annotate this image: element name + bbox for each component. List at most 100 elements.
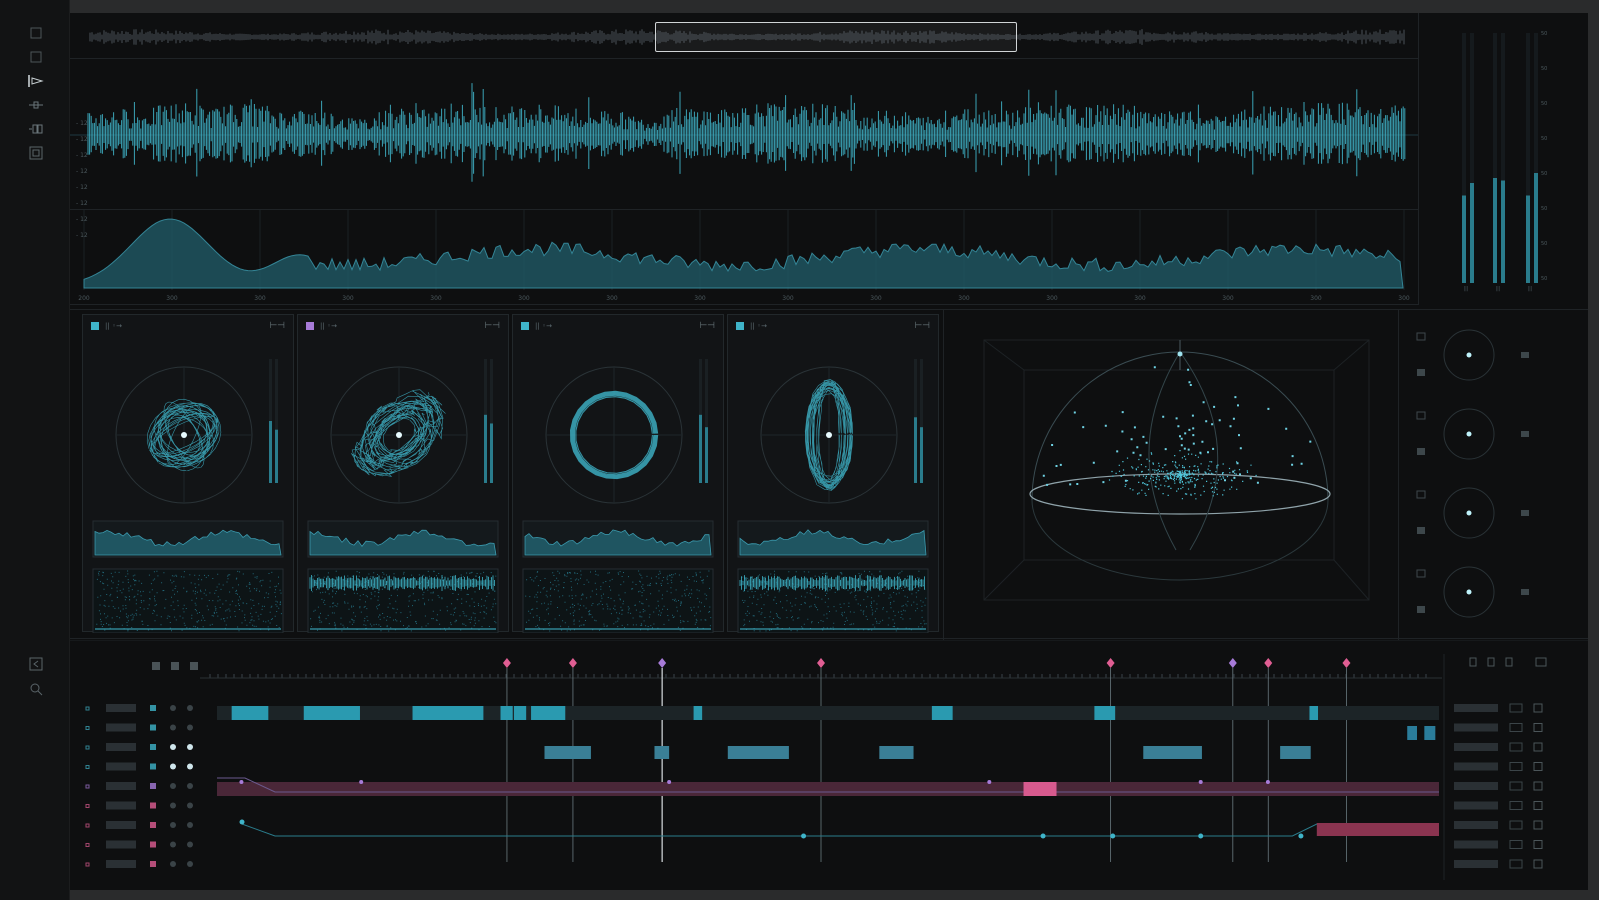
track-fader[interactable] bbox=[1454, 704, 1498, 712]
track-mute-toggle[interactable] bbox=[170, 822, 176, 828]
track-color-swatch[interactable] bbox=[150, 841, 156, 848]
audio-clip[interactable] bbox=[931, 706, 953, 720]
automation-point[interactable] bbox=[987, 780, 992, 784]
track-record-icon[interactable] bbox=[1533, 781, 1543, 791]
pin-icon[interactable] bbox=[26, 96, 46, 114]
track-color-swatch[interactable] bbox=[150, 802, 156, 809]
collapse-icon[interactable] bbox=[26, 655, 46, 673]
track-name-field[interactable] bbox=[106, 860, 136, 868]
scope-color-swatch[interactable] bbox=[736, 322, 744, 330]
automation-point[interactable] bbox=[1265, 780, 1270, 784]
track-solo-toggle[interactable] bbox=[187, 841, 193, 848]
track-io-icon[interactable] bbox=[1509, 820, 1523, 830]
audio-clip[interactable] bbox=[1094, 706, 1116, 720]
track-solo-toggle[interactable] bbox=[187, 861, 193, 867]
track-mute-toggle[interactable] bbox=[170, 724, 176, 731]
zoom-fit-icon[interactable] bbox=[1505, 657, 1513, 667]
timeline-marker[interactable] bbox=[1106, 658, 1115, 668]
expand-icon[interactable]: ⊢⊣ bbox=[699, 321, 715, 331]
overview-viewport-handle[interactable] bbox=[655, 22, 1017, 52]
track-select-icon[interactable] bbox=[85, 765, 90, 769]
track-color-swatch[interactable] bbox=[150, 861, 156, 867]
small-scope-settings-icon[interactable] bbox=[1521, 589, 1529, 595]
small-scope-settings-icon[interactable] bbox=[1521, 431, 1529, 437]
timeline-marker[interactable] bbox=[1342, 658, 1351, 668]
automation-point[interactable] bbox=[239, 819, 245, 825]
track-mute-toggle[interactable] bbox=[170, 802, 176, 809]
audio-clip[interactable] bbox=[1280, 746, 1311, 759]
pause-icon[interactable] bbox=[171, 662, 179, 670]
audio-clip[interactable] bbox=[1424, 726, 1436, 740]
automation-point[interactable] bbox=[801, 833, 807, 839]
audio-clip[interactable] bbox=[727, 746, 789, 759]
track-record-icon[interactable] bbox=[1533, 703, 1543, 713]
small-scope-settings-icon[interactable] bbox=[1521, 352, 1529, 358]
scope-color-swatch[interactable] bbox=[91, 322, 99, 330]
track-name-field[interactable] bbox=[106, 762, 136, 771]
square-icon[interactable] bbox=[26, 24, 46, 42]
track-io-icon[interactable] bbox=[1509, 781, 1523, 791]
track-color-swatch[interactable] bbox=[150, 822, 156, 828]
audio-clip[interactable] bbox=[500, 706, 513, 720]
track-row[interactable] bbox=[85, 840, 1543, 849]
track-row[interactable] bbox=[85, 742, 1543, 752]
track-mute-toggle[interactable] bbox=[170, 861, 176, 867]
track-record-icon[interactable] bbox=[1533, 723, 1543, 732]
track-record-icon[interactable] bbox=[1533, 820, 1543, 830]
track-name-field[interactable] bbox=[106, 704, 136, 712]
track-fader[interactable] bbox=[1454, 840, 1498, 849]
automation-point[interactable] bbox=[359, 780, 364, 784]
small-scope-toggle-icon[interactable] bbox=[1416, 332, 1426, 341]
timeline-marker[interactable] bbox=[1228, 658, 1237, 668]
track-color-swatch[interactable] bbox=[150, 783, 156, 789]
track-mute-toggle[interactable] bbox=[170, 744, 176, 750]
track-name-field[interactable] bbox=[106, 743, 136, 751]
track-mute-toggle[interactable] bbox=[170, 705, 176, 711]
track-solo-toggle[interactable] bbox=[187, 744, 193, 750]
track-color-swatch[interactable] bbox=[150, 763, 156, 770]
scope-card-2[interactable]: || ◦→ ⊢⊣ bbox=[297, 314, 509, 633]
square-outline-icon[interactable] bbox=[26, 48, 46, 66]
track-select-icon[interactable] bbox=[85, 823, 90, 828]
track-select-icon[interactable] bbox=[85, 726, 90, 730]
timeline-marker[interactable] bbox=[658, 658, 667, 668]
track-record-icon[interactable] bbox=[1533, 742, 1543, 752]
automation-point[interactable] bbox=[239, 780, 244, 784]
scope-card-1[interactable]: || ◦→ ⊢⊣ bbox=[82, 314, 294, 633]
track-solo-toggle[interactable] bbox=[187, 705, 193, 711]
audio-clip[interactable] bbox=[513, 706, 527, 720]
small-scope-toggle-icon[interactable] bbox=[1416, 490, 1426, 499]
automation-point[interactable] bbox=[667, 780, 672, 784]
audio-clip[interactable] bbox=[879, 746, 914, 759]
grid-icon[interactable] bbox=[26, 144, 46, 162]
spatial-sphere-panel[interactable] bbox=[943, 310, 1398, 640]
track-name-field[interactable] bbox=[106, 801, 136, 810]
track-solo-toggle[interactable] bbox=[187, 802, 193, 809]
menu-icon[interactable] bbox=[1535, 657, 1547, 667]
track-fader[interactable] bbox=[1454, 821, 1498, 829]
scope-card-3[interactable]: || ◦→ ⊢⊣ bbox=[512, 314, 724, 633]
track-fader[interactable] bbox=[1454, 782, 1498, 790]
small-scope-mute-icon[interactable] bbox=[1417, 369, 1425, 376]
audio-clip[interactable] bbox=[531, 706, 566, 720]
audio-clip[interactable] bbox=[231, 706, 269, 720]
split-icon[interactable] bbox=[26, 120, 46, 138]
timeline-tracks[interactable] bbox=[70, 639, 1588, 890]
track-record-icon[interactable] bbox=[1533, 840, 1543, 849]
track-row[interactable] bbox=[85, 801, 1543, 810]
search-icon[interactable] bbox=[26, 680, 46, 698]
automation-clip[interactable] bbox=[1023, 782, 1057, 796]
track-solo-toggle[interactable] bbox=[187, 783, 193, 789]
track-fader[interactable] bbox=[1454, 762, 1498, 771]
track-io-icon[interactable] bbox=[1509, 840, 1523, 849]
waveform-overview[interactable] bbox=[70, 13, 1418, 59]
automation-point[interactable] bbox=[1110, 833, 1116, 839]
expand-icon[interactable]: ⊢⊣ bbox=[269, 321, 285, 331]
track-fader[interactable] bbox=[1454, 860, 1498, 868]
track-fader[interactable] bbox=[1454, 801, 1498, 810]
automation-point[interactable] bbox=[1198, 833, 1204, 839]
track-record-icon[interactable] bbox=[1533, 762, 1543, 771]
timeline-marker[interactable] bbox=[568, 658, 577, 668]
track-color-swatch[interactable] bbox=[150, 724, 156, 731]
small-scope-mute-icon[interactable] bbox=[1417, 606, 1425, 613]
